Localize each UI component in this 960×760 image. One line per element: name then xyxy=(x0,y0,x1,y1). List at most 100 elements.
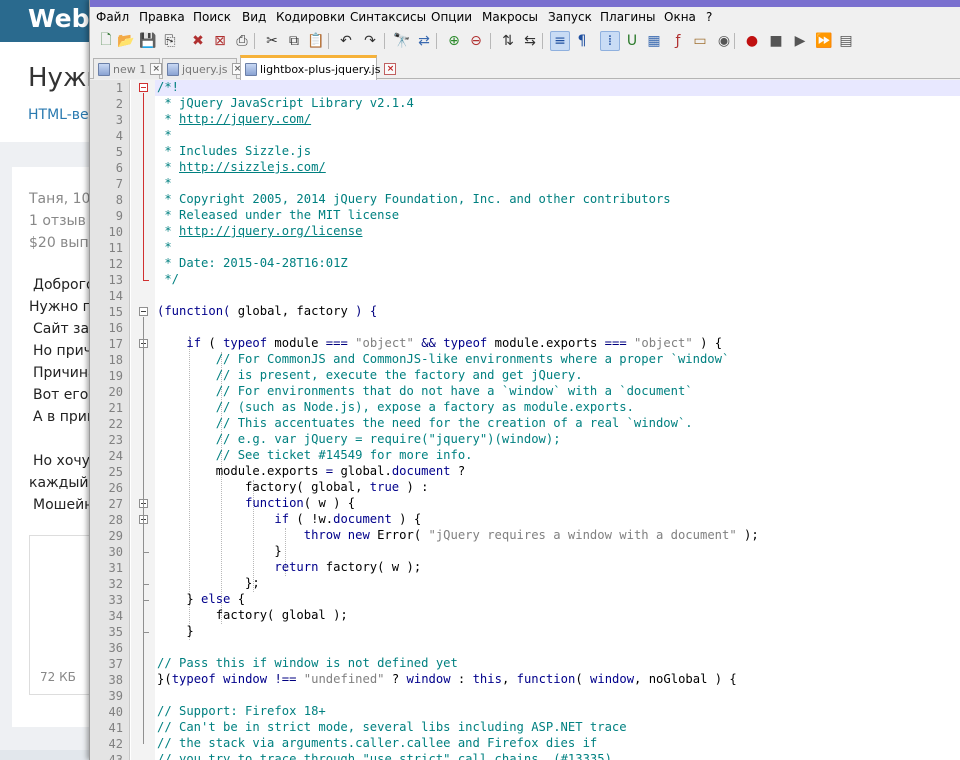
line-number: 40 xyxy=(108,705,123,719)
doc-map-icon[interactable]: ▦ xyxy=(644,31,664,51)
fold-toggle-icon[interactable] xyxy=(139,83,148,92)
code-line[interactable]: return factory( w ); xyxy=(157,560,421,576)
menu-item[interactable]: Кодировки xyxy=(276,10,345,24)
tab-3[interactable]: lightbox-plus-jquery.js × xyxy=(240,55,397,80)
code-line[interactable]: * http://jquery.org/license xyxy=(157,224,362,240)
user-language-icon[interactable]: U xyxy=(622,31,642,51)
code-line[interactable]: if ( typeof module === "object" && typeo… xyxy=(157,336,722,352)
paste-icon[interactable]: 📋 xyxy=(306,31,326,51)
code-line[interactable]: // (such as Node.js), expose a factory a… xyxy=(157,400,634,416)
new-file-icon[interactable]: 🗋 xyxy=(96,31,116,51)
fold-toggle-icon[interactable] xyxy=(139,307,148,316)
sync-horizontal-icon[interactable]: ⇆ xyxy=(520,31,540,51)
code-line[interactable]: // is present, execute the factory and g… xyxy=(157,368,583,384)
sync-vertical-icon[interactable]: ⇅ xyxy=(498,31,518,51)
code-line[interactable]: if ( !w.document ) { xyxy=(157,512,421,528)
replace-icon[interactable]: ⇄ xyxy=(414,31,434,51)
code-line[interactable]: factory( global, true ) : xyxy=(157,480,428,496)
menu-item[interactable]: Запуск xyxy=(548,10,592,24)
code-line[interactable]: factory( global ); xyxy=(157,608,348,624)
code-line[interactable]: * Date: 2015-04-28T16:01Z xyxy=(157,256,347,272)
code-line[interactable]: }; xyxy=(157,576,260,592)
notepad-window: Файл Правка Поиск Вид Кодировки Синтаксисы Опц… xyxy=(89,0,960,760)
stop-record-icon[interactable]: ■ xyxy=(766,31,786,51)
open-file-icon[interactable]: 📂 xyxy=(116,31,136,51)
function-list-icon[interactable]: ƒ xyxy=(668,31,688,51)
code-line[interactable]: (function( global, factory ) { xyxy=(157,304,377,320)
code-line[interactable]: * Released under the MIT license xyxy=(157,208,399,224)
code-line[interactable]: // For CommonJS and CommonJS-like enviro… xyxy=(157,352,730,368)
print-icon[interactable]: ⎙ xyxy=(232,31,252,51)
reviews-count[interactable]: 1 отзыв xyxy=(29,213,86,229)
code-line[interactable]: // e.g. var jQuery = require("jquery")(w… xyxy=(157,432,561,448)
tab-1[interactable]: new 1 × xyxy=(93,58,163,79)
play-macro-icon[interactable]: ▶ xyxy=(790,31,810,51)
run-macro-multiple-icon[interactable]: ⏩ xyxy=(814,31,834,51)
line-number: 17 xyxy=(108,337,123,351)
window-title-bar[interactable] xyxy=(90,0,960,7)
show-all-chars-icon[interactable]: ¶ xyxy=(572,31,592,51)
menu-item[interactable]: Синтаксисы xyxy=(350,10,426,24)
category-link[interactable]: HTML-ве xyxy=(28,107,89,123)
code-line[interactable]: throw new Error( "jQuery requires a wind… xyxy=(157,528,759,544)
close-tab-icon[interactable]: × xyxy=(384,63,397,75)
menu-item[interactable]: ? xyxy=(706,10,712,24)
undo-icon[interactable]: ↶ xyxy=(336,31,356,51)
code-line[interactable]: // you try to trace through "use strict"… xyxy=(157,752,612,760)
code-line[interactable]: module.exports = global.document ? xyxy=(157,464,466,480)
code-line[interactable]: // This accentuates the need for the cre… xyxy=(157,416,693,432)
code-line[interactable]: // See ticket #14549 for more info. xyxy=(157,448,473,464)
save-all-icon[interactable]: ⎘ xyxy=(160,31,180,51)
code-line[interactable]: * Includes Sizzle.js xyxy=(157,144,311,160)
toolbar-separator xyxy=(254,33,255,49)
code-editor[interactable]: 1 /*! 2 * jQuery JavaScript Library v2.1.4… xyxy=(90,80,960,760)
code-area[interactable]: 1 /*! 2 * jQuery JavaScript Library v2.1.4… xyxy=(90,80,960,760)
code-line[interactable]: } else { xyxy=(157,592,245,608)
code-token: module xyxy=(267,336,326,350)
zoom-in-icon[interactable]: ⊕ xyxy=(444,31,464,51)
menu-item[interactable]: Вид xyxy=(242,10,266,24)
close-all-icon[interactable]: ⊠ xyxy=(210,31,230,51)
code-line[interactable]: }(typeof window !== "undefined" ? window… xyxy=(157,672,737,688)
monitoring-icon[interactable]: ◉ xyxy=(714,31,734,51)
menu-item[interactable]: Опции xyxy=(431,10,472,24)
code-line[interactable]: * xyxy=(157,176,171,192)
line-number: 12 xyxy=(108,257,123,271)
indent-guide-icon[interactable]: ⁞ xyxy=(600,31,620,51)
save-icon[interactable]: 💾 xyxy=(138,31,158,51)
tab-2[interactable]: jquery.js × xyxy=(162,58,244,79)
code-line[interactable]: * xyxy=(157,128,171,144)
copy-icon[interactable]: ⧉ xyxy=(284,31,304,51)
cut-icon[interactable]: ✂ xyxy=(262,31,282,51)
code-line[interactable]: // For environments that do not have a `… xyxy=(157,384,693,400)
zoom-out-icon[interactable]: ⊖ xyxy=(466,31,486,51)
find-icon[interactable]: 🔭 xyxy=(392,31,412,51)
code-line[interactable]: * http://jquery.com/ xyxy=(157,112,311,128)
code-line[interactable]: // the stack via arguments.caller.callee… xyxy=(157,736,597,752)
menu-item[interactable]: Поиск xyxy=(193,10,231,24)
menu-item[interactable]: Окна xyxy=(664,10,696,24)
code-line[interactable]: function( w ) { xyxy=(157,496,355,512)
record-macro-icon[interactable]: ● xyxy=(742,31,762,51)
word-wrap-icon[interactable]: ≡ xyxy=(550,31,570,51)
code-line[interactable]: * Copyright 2005, 2014 jQuery Foundation… xyxy=(157,192,670,208)
close-tab-icon[interactable]: × xyxy=(150,63,163,75)
code-line[interactable]: // Support: Firefox 18+ xyxy=(157,704,326,720)
code-line[interactable]: } xyxy=(157,624,193,640)
code-line[interactable]: */ xyxy=(157,272,179,288)
code-line[interactable]: /*! xyxy=(157,80,179,96)
menu-item[interactable]: Плагины xyxy=(600,10,655,24)
code-line[interactable]: } xyxy=(157,544,281,560)
save-macro-icon[interactable]: ▤ xyxy=(836,31,856,51)
code-line[interactable]: * jQuery JavaScript Library v2.1.4 xyxy=(157,96,413,112)
code-line[interactable]: * http://sizzlejs.com/ xyxy=(157,160,325,176)
close-icon[interactable]: ✖ xyxy=(188,31,208,51)
code-line[interactable]: // Can't be in strict mode, several libs… xyxy=(157,720,627,736)
redo-icon[interactable]: ↷ xyxy=(360,31,380,51)
code-line[interactable]: * xyxy=(157,240,171,256)
menu-item[interactable]: Правка xyxy=(139,10,185,24)
menu-item[interactable]: Макросы xyxy=(482,10,538,24)
code-line[interactable]: // Pass this if window is not defined ye… xyxy=(157,656,458,672)
folder-workspace-icon[interactable]: ▭ xyxy=(690,31,710,51)
menu-item[interactable]: Файл xyxy=(96,10,129,24)
